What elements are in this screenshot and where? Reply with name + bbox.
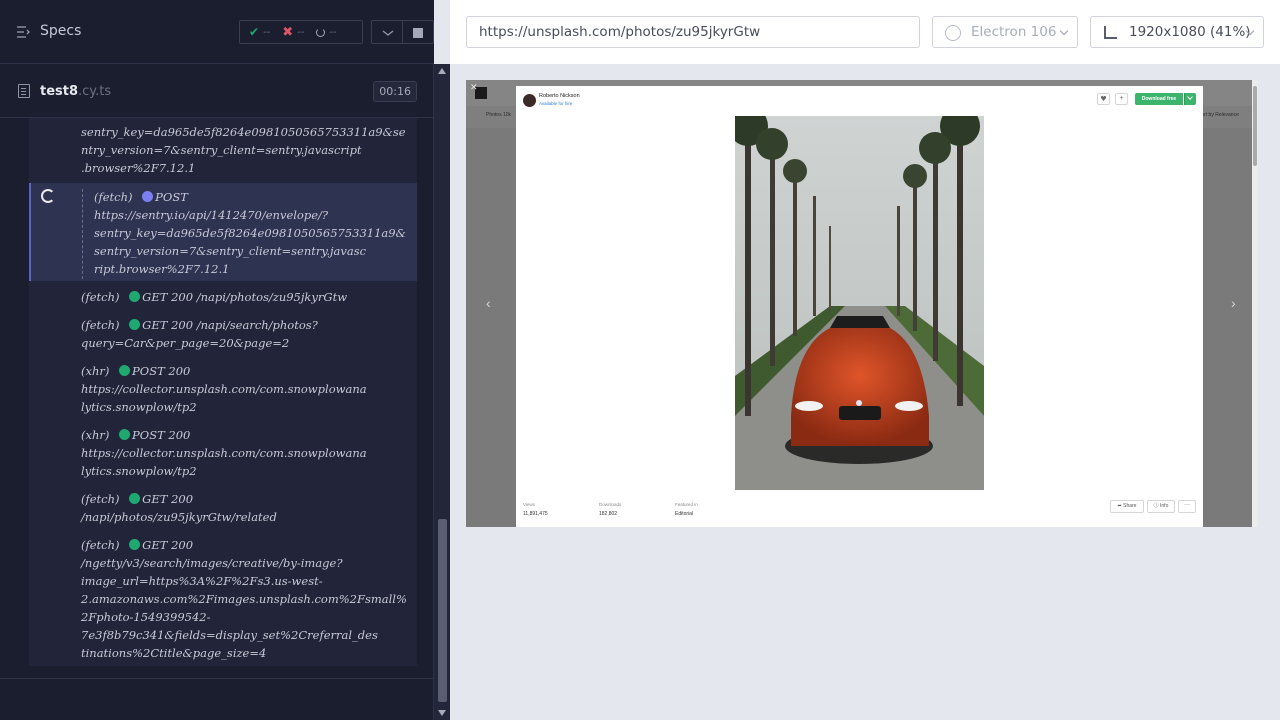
log-text: (fetch) GET 200 /napi/photos/zu95jkyrGtw: [81, 290, 348, 304]
specs-label[interactable]: Specs: [40, 23, 81, 39]
command-log-scrollbar[interactable]: [433, 64, 450, 720]
scroll-down-icon[interactable]: [438, 710, 446, 716]
spec-file-header: test8.cy.ts 00:16: [0, 64, 434, 118]
share-button[interactable]: ➦ Share: [1110, 500, 1144, 513]
avatar[interactable]: [523, 94, 536, 107]
viewport-label: 1920x1080 (41%): [1129, 24, 1251, 40]
reporter-sidebar: Specs ✔ -- ✖ -- -- test8.cy.ts 00:16 sen…: [0, 0, 434, 720]
spec-file-name[interactable]: test8.cy.ts: [40, 84, 111, 99]
more-button[interactable]: ···: [1178, 500, 1196, 513]
aut-scrollbar[interactable]: [1252, 80, 1258, 527]
car-photo[interactable]: [735, 116, 984, 490]
previous-arrow-icon[interactable]: ‹: [486, 295, 491, 311]
success-dot-icon: [119, 365, 131, 376]
photo-modal: Roberto Nickson Available for hire ♥ + D…: [516, 86, 1203, 527]
chevron-down-icon: [382, 30, 394, 36]
viewport-selector[interactable]: 1920x1080 (41%): [1090, 16, 1264, 48]
log-text: (xhr) POST 200 https://collector.unsplas…: [81, 428, 367, 478]
passed-icon: ✔: [249, 25, 260, 39]
passed-count: --: [263, 26, 271, 38]
plus-icon: +: [1119, 95, 1124, 102]
stop-button[interactable]: [402, 20, 434, 44]
log-text: (xhr) POST 200 https://collector.unsplas…: [81, 364, 367, 414]
pending-count: --: [329, 26, 337, 38]
specs-header: Specs ✔ -- ✖ -- --: [0, 0, 434, 64]
pending-dot-icon: [142, 191, 154, 202]
featured-stat: Featured in Editorial: [675, 502, 698, 517]
log-entry[interactable]: (fetch) GET 200 /ngetty/v3/search/images…: [29, 536, 417, 666]
electron-icon: [945, 25, 961, 41]
hire-status[interactable]: Available for hire: [539, 101, 572, 106]
url-field[interactable]: https://unsplash.com/photos/zu95jkyrGtw: [466, 16, 920, 48]
success-dot-icon: [129, 493, 141, 504]
log-entry[interactable]: (fetch) GET 200 /napi/search/photos? que…: [29, 316, 417, 356]
log-text: (fetch) GET 200 /napi/search/photos? que…: [81, 318, 318, 350]
close-icon[interactable]: ✕: [470, 82, 478, 93]
downloads-stat: Downloads 182,802: [599, 502, 622, 517]
log-text: (fetch) GET 200 /napi/photos/zu95jkyrGtw…: [81, 492, 277, 524]
log-text: (fetch) POST https://sentry.io/api/14124…: [94, 190, 406, 276]
run-timer: 00:16: [373, 81, 417, 102]
file-base-name: test8: [40, 84, 79, 99]
chevron-down-icon: [1059, 26, 1069, 36]
log-entry[interactable]: (fetch) GET 200 /napi/photos/zu95jkyrGtw…: [29, 490, 417, 532]
download-button[interactable]: Download free: [1135, 93, 1183, 105]
collapse-button[interactable]: [371, 20, 403, 44]
failed-icon: ✖: [282, 24, 294, 40]
log-entry[interactable]: (fetch) GET 200 /napi/photos/zu95jkyrGtw: [29, 288, 417, 310]
next-arrow-icon[interactable]: ›: [1231, 295, 1236, 311]
info-button[interactable]: ⓘ Info: [1147, 500, 1175, 513]
log-text: (fetch) GET 200 /ngetty/v3/search/images…: [81, 538, 407, 660]
scrollbar-thumb[interactable]: [1253, 86, 1257, 166]
log-entry[interactable]: (xhr) POST 200 https://collector.unsplas…: [29, 426, 417, 486]
app-under-test-frame[interactable]: Photos 10k Sort by Relevance ✕ ‹ › Rober…: [466, 80, 1258, 527]
stop-icon: [413, 28, 423, 38]
log-entry-active[interactable]: (fetch) POST https://sentry.io/api/14124…: [29, 183, 417, 281]
command-log: sentry_key=da965de5f8264e098105056575331…: [29, 118, 417, 666]
specs-list-icon[interactable]: [17, 25, 31, 39]
sort-label[interactable]: Sort by Relevance: [1198, 112, 1239, 118]
aut-toolbar: https://unsplash.com/photos/zu95jkyrGtw …: [450, 0, 1280, 64]
photos-tab[interactable]: Photos 10k: [486, 112, 511, 118]
document-icon: [18, 84, 30, 98]
success-dot-icon: [129, 539, 141, 550]
heart-icon: ♥: [1100, 95, 1107, 103]
log-entry[interactable]: (xhr) POST 200 https://collector.unsplas…: [29, 362, 417, 422]
success-dot-icon: [129, 291, 141, 302]
failed-count: --: [297, 26, 305, 38]
download-options-chevron-icon[interactable]: [1184, 93, 1196, 105]
add-to-collection-button[interactable]: +: [1115, 93, 1128, 105]
log-text: sentry_key=da965de5f8264e098105056575331…: [81, 125, 406, 175]
success-dot-icon: [129, 319, 141, 330]
dashed-divider: [82, 189, 83, 279]
ruler-icon: [1104, 26, 1117, 39]
views-stat: Views 11,891,475: [523, 502, 548, 517]
scroll-up-icon[interactable]: [438, 68, 446, 74]
divider: [0, 678, 434, 679]
pending-icon: [316, 27, 326, 37]
scrollbar-thumb[interactable]: [438, 519, 447, 702]
author-name[interactable]: Roberto Nickson: [539, 93, 580, 99]
test-stats: ✔ -- ✖ -- --: [239, 20, 363, 44]
browser-label: Electron 106: [971, 24, 1057, 40]
like-button[interactable]: ♥: [1097, 93, 1110, 105]
success-dot-icon: [119, 429, 131, 440]
file-extension: .cy.ts: [78, 84, 112, 99]
loading-spinner-icon: [41, 189, 55, 203]
browser-selector[interactable]: Electron 106: [932, 16, 1078, 48]
log-entry[interactable]: sentry_key=da965de5f8264e098105056575331…: [29, 118, 417, 182]
